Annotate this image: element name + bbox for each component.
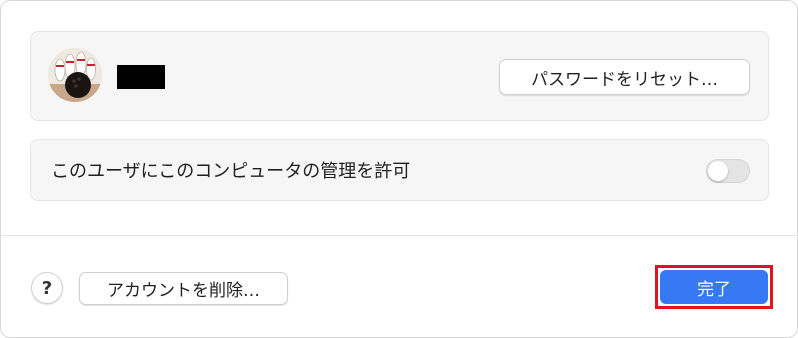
footer-divider [2, 235, 796, 236]
help-button[interactable]: ? [31, 272, 63, 304]
bowling-avatar-image [48, 48, 102, 102]
reset-password-button[interactable]: パスワードをリセット… [499, 59, 750, 95]
user-info-panel: パスワードをリセット… [30, 31, 769, 121]
allow-admin-label: このユーザにこのコンピュータの管理を許可 [51, 161, 411, 182]
toggle-knob [708, 161, 728, 181]
admin-permission-row: このユーザにこのコンピュータの管理を許可 [30, 139, 769, 201]
username-redaction [117, 65, 165, 89]
delete-account-button[interactable]: アカウントを削除… [79, 272, 288, 305]
done-button[interactable]: 完了 [660, 270, 768, 304]
allow-admin-toggle[interactable] [706, 159, 750, 183]
user-avatar [48, 48, 102, 102]
user-details-dialog: パスワードをリセット… このユーザにこのコンピュータの管理を許可 ? アカウント… [0, 0, 798, 338]
